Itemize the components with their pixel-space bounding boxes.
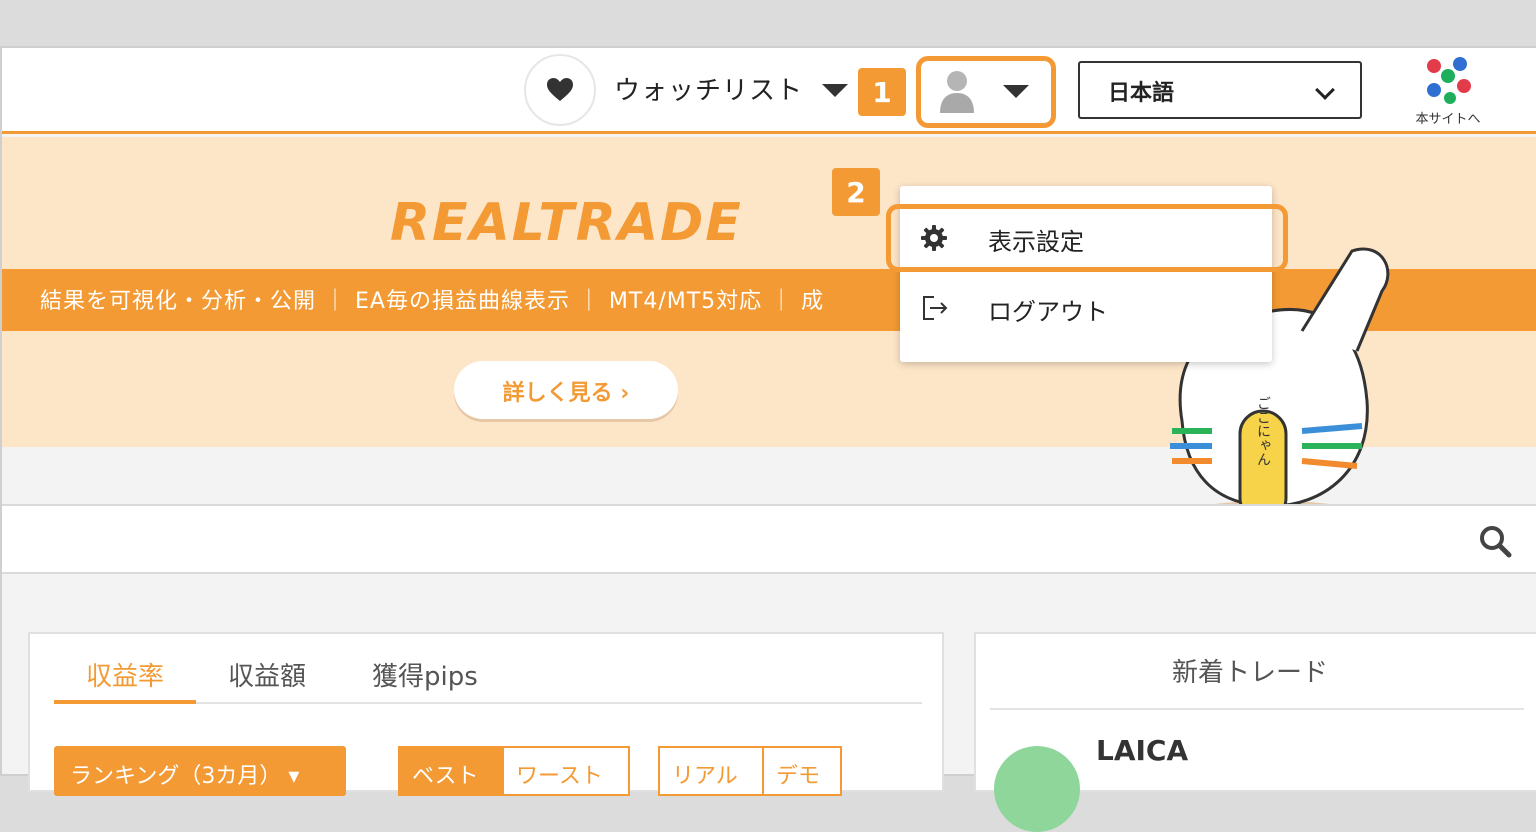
browser-viewport: ウォッチリスト 1 日本語 本サイトへ REALTRADE 結果を可視化・分析・… xyxy=(0,46,1536,832)
promo-banner: REALTRADE 結果を可視化・分析・公開 ｜ EA毎の損益曲線表示 ｜ MT… xyxy=(2,137,1536,523)
more-details-button[interactable]: 詳しく見る › xyxy=(454,361,678,419)
divider xyxy=(990,708,1524,710)
language-value: 日本語 xyxy=(1108,81,1175,106)
display-settings-highlight xyxy=(886,204,1288,272)
user-menu-button[interactable] xyxy=(916,56,1056,128)
realtrade-logo: REALTRADE xyxy=(390,193,743,253)
site-link-label: 本サイトへ xyxy=(1415,112,1481,127)
watchlist-caret-icon[interactable] xyxy=(822,84,848,97)
search-bar[interactable] xyxy=(2,504,1536,574)
watchlist-heart-button[interactable] xyxy=(524,54,596,126)
new-trades-title: 新着トレード xyxy=(1171,658,1328,688)
main-site-link[interactable]: 本サイトへ xyxy=(1402,50,1494,130)
chevron-down-icon xyxy=(1315,80,1335,100)
mascot-tag-text: ごごにゃん xyxy=(1255,396,1271,466)
new-trades-panel: 新着トレード LAICA xyxy=(974,632,1536,832)
user-avatar-icon xyxy=(940,71,974,113)
segment-real[interactable]: リアル xyxy=(658,746,764,796)
segment-worst[interactable]: ワースト xyxy=(502,746,630,796)
site-header: ウォッチリスト 1 日本語 本サイトへ xyxy=(2,48,1536,134)
avatar[interactable] xyxy=(994,746,1080,832)
ranking-period-dropdown[interactable]: ランキング（3カ月） ▾ xyxy=(54,746,346,796)
search-icon[interactable] xyxy=(1478,524,1512,558)
logo-text: REALTRADE xyxy=(390,193,743,253)
watchlist-menu[interactable]: ウォッチリスト xyxy=(614,70,803,107)
ranking-tabs: 収益率 収益額 獲得pips xyxy=(54,652,922,704)
tab-return-rate[interactable]: 収益率 xyxy=(54,652,196,704)
tab-profit-amount[interactable]: 収益額 xyxy=(228,652,306,704)
step-badge-1: 1 xyxy=(858,68,906,116)
menu-item-logout[interactable]: ログアウト xyxy=(900,278,1272,340)
language-select[interactable]: 日本語 xyxy=(1078,61,1362,119)
heart-icon xyxy=(547,78,573,101)
ranking-panel: 収益率 収益額 獲得pips ランキング（3カ月） ▾ ベスト ワースト リアル… xyxy=(28,632,944,796)
tab-pips[interactable]: 獲得pips xyxy=(372,652,478,704)
segment-demo[interactable]: デモ xyxy=(762,746,842,796)
segment-best[interactable]: ベスト xyxy=(398,746,504,796)
trade-user-name[interactable]: LAICA xyxy=(1096,734,1188,767)
menu-item-label: ログアウト xyxy=(988,298,1108,326)
chevron-down-icon xyxy=(1003,85,1029,98)
logout-icon xyxy=(923,296,948,320)
step-badge-2: 2 xyxy=(832,168,880,216)
site-logo-icon xyxy=(1427,57,1471,104)
